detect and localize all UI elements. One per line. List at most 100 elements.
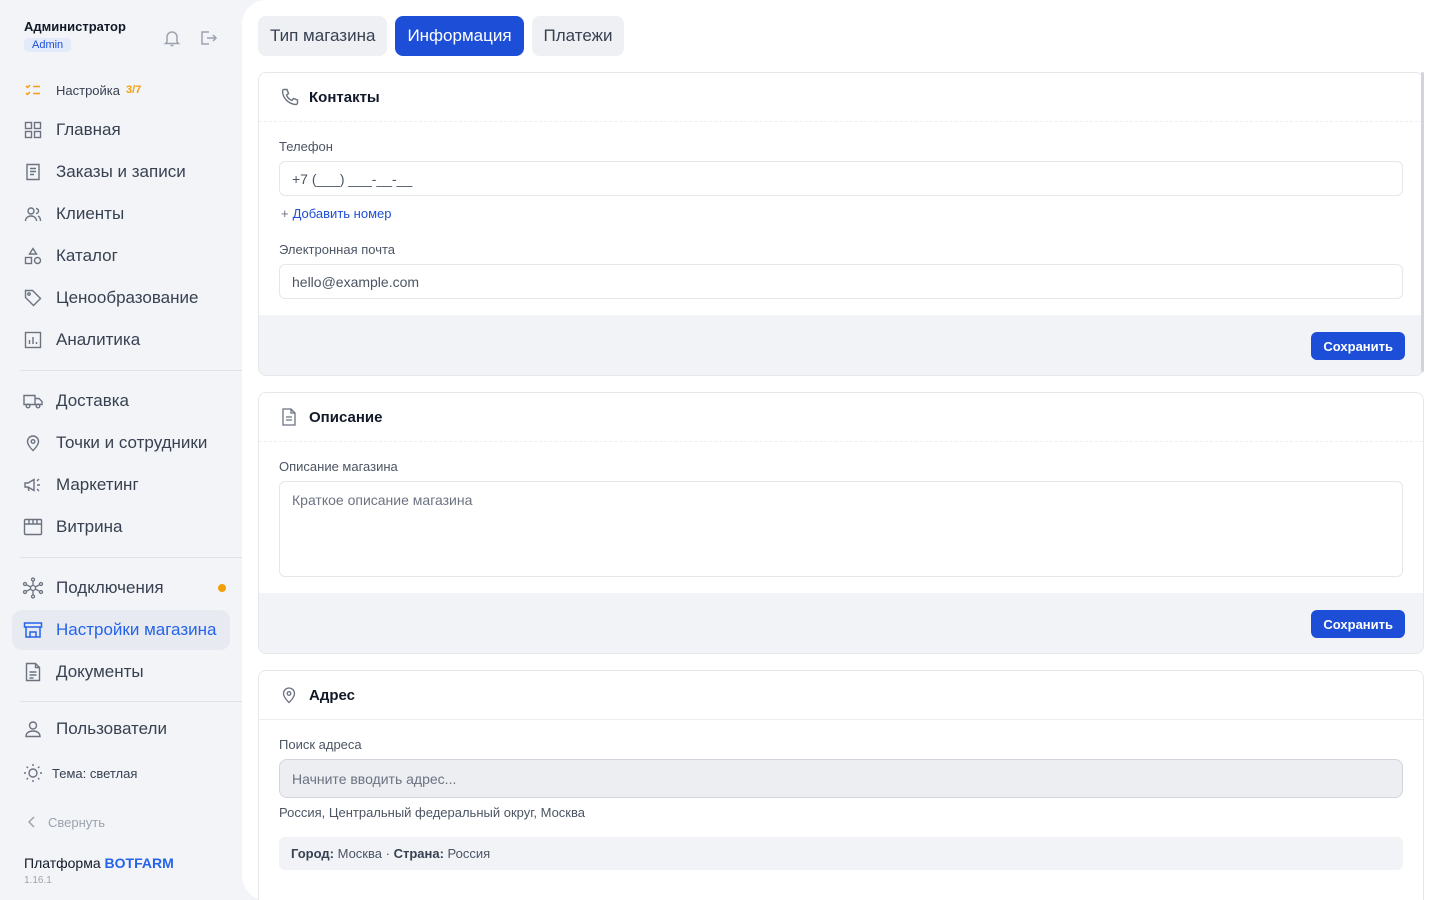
description-textarea[interactable]: Краткое описание магазина (279, 481, 1403, 577)
sidebar-item-label: Маркетинг (56, 475, 139, 494)
card-header: Контакты (259, 73, 1423, 122)
user-name: Администратор (24, 19, 126, 34)
sidebar-item-label: Клиенты (56, 204, 125, 223)
sidebar-item-label: Доставка (56, 391, 130, 410)
notification-dot (218, 584, 226, 592)
sidebar-divider (20, 701, 250, 702)
sidebar-item-label: Заказы и записи (56, 162, 186, 181)
city-value: Москва (337, 846, 382, 861)
main-content: Тип магазина Информация Платежи Контакты… (242, 0, 1440, 900)
logout-icon[interactable] (198, 28, 218, 48)
user-role-badge: Admin (24, 38, 72, 52)
email-label: Электронная почта (279, 242, 396, 257)
card-header: Описание (259, 393, 1423, 442)
map-pin-icon (22, 432, 44, 454)
platform-brand: BOTFARM (104, 855, 174, 871)
sidebar-item-label: Пользователи (56, 719, 167, 738)
card-header: Адрес (259, 671, 1423, 720)
contacts-card: Контакты Телефон +7 (___) ___-__-__ + Доб… (258, 72, 1424, 376)
sidebar-divider (20, 370, 250, 371)
tabs: Тип магазина Информация Платежи (258, 16, 625, 56)
card-title: Контакты (309, 88, 380, 106)
card-footer: Сохранить (259, 315, 1423, 375)
address-search-label: Поиск адреса (279, 737, 362, 752)
plus-icon: + (281, 206, 289, 221)
document-icon (281, 408, 299, 426)
tab-info[interactable]: Информация (395, 16, 524, 56)
sidebar-item-label: Настройка (56, 82, 120, 98)
card-footer: Сохранить (259, 593, 1423, 653)
save-description-button[interactable]: Сохранить (1311, 610, 1405, 638)
chevron-left-icon (24, 814, 40, 830)
phone-input[interactable]: +7 (___) ___-__-__ (279, 161, 1403, 196)
country-label: Страна: (393, 846, 444, 861)
collapse-button[interactable]: Свернуть (24, 814, 105, 830)
address-card: Адрес Поиск адреса Начните вводить адрес… (258, 670, 1424, 900)
sidebar-item-documents[interactable]: Документы (12, 652, 230, 692)
sidebar-item-users[interactable]: Пользователи (12, 709, 230, 749)
scrollbar[interactable] (1421, 72, 1424, 372)
sidebar-item-integrations[interactable]: Подключения (12, 568, 230, 608)
sidebar-item-orders[interactable]: Заказы и записи (12, 152, 230, 192)
add-phone-button[interactable]: + Добавить номер (281, 206, 391, 221)
sidebar-item-setup[interactable]: Настройка 3/7 (12, 70, 230, 110)
sidebar-item-storefront[interactable]: Витрина (12, 507, 230, 547)
sidebar-item-label: Документы (56, 662, 144, 681)
sidebar-item-label: Настройки магазина (56, 620, 217, 639)
country-value: Россия (447, 846, 491, 861)
store-icon (22, 619, 44, 641)
user-icon (22, 718, 44, 740)
user-block: Администратор Admin (24, 19, 126, 53)
grid-icon (22, 119, 44, 141)
address-details: Город: Москва · Страна: Россия (279, 837, 1403, 870)
email-input[interactable]: hello@example.com (279, 264, 1403, 299)
chart-icon (22, 329, 44, 351)
platform-name: Платформа BOTFARM (24, 855, 174, 871)
sidebar-item-label: Ценообразование (56, 288, 199, 307)
sidebar-item-catalog[interactable]: Каталог (12, 236, 230, 276)
users-icon (22, 203, 44, 225)
megaphone-icon (22, 474, 44, 496)
sidebar-item-marketing[interactable]: Маркетинг (12, 465, 230, 505)
sidebar-item-home[interactable]: Главная (12, 110, 230, 150)
platform-version: 1.16.1 (24, 875, 52, 886)
tab-shop-type[interactable]: Тип магазина (258, 16, 388, 56)
truck-icon (22, 390, 44, 412)
theme-toggle[interactable]: Тема: светлая (12, 753, 230, 793)
sidebar-item-label: Подключения (56, 578, 164, 597)
platform-prefix: Платформа (24, 855, 105, 871)
sidebar-item-label: Точки и сотрудники (56, 433, 208, 452)
checklist-icon (22, 79, 44, 101)
sidebar-item-label: Витрина (56, 517, 123, 536)
add-phone-label: Добавить номер (292, 206, 392, 221)
sun-icon (22, 762, 44, 784)
sidebar-item-clients[interactable]: Клиенты (12, 194, 230, 234)
sidebar: Администратор Admin Настройка 3/7 Главна… (0, 0, 250, 900)
sidebar-item-label: Каталог (56, 246, 118, 265)
sidebar-item-locations[interactable]: Точки и сотрудники (12, 423, 230, 463)
bell-icon[interactable] (162, 28, 182, 48)
storefront-icon (22, 516, 44, 538)
address-search-input[interactable]: Начните вводить адрес... (279, 759, 1403, 798)
sidebar-item-label: Главная (56, 120, 121, 139)
document-icon (22, 661, 44, 683)
sidebar-item-delivery[interactable]: Доставка (12, 381, 230, 421)
card-title: Описание (309, 408, 383, 426)
address-separator: · (385, 846, 390, 861)
city-label: Город: (291, 846, 334, 861)
sidebar-item-analytics[interactable]: Аналитика (12, 320, 230, 360)
shapes-icon (22, 245, 44, 267)
save-contacts-button[interactable]: Сохранить (1311, 332, 1405, 360)
tag-icon (22, 287, 44, 309)
network-icon (22, 577, 44, 599)
address-full: Россия, Центральный федеральный округ, М… (279, 805, 585, 820)
receipt-icon (22, 161, 44, 183)
sidebar-item-label: Аналитика (56, 330, 141, 349)
description-card: Описание Описание магазина Краткое описа… (258, 392, 1424, 654)
theme-label: Тема: светлая (52, 765, 138, 781)
setup-progress: 3/7 (126, 84, 142, 96)
phone-icon (281, 88, 299, 106)
tab-payments[interactable]: Платежи (531, 16, 625, 56)
sidebar-item-pricing[interactable]: Ценообразование (12, 278, 230, 318)
sidebar-item-shop-settings[interactable]: Настройки магазина (12, 610, 230, 650)
